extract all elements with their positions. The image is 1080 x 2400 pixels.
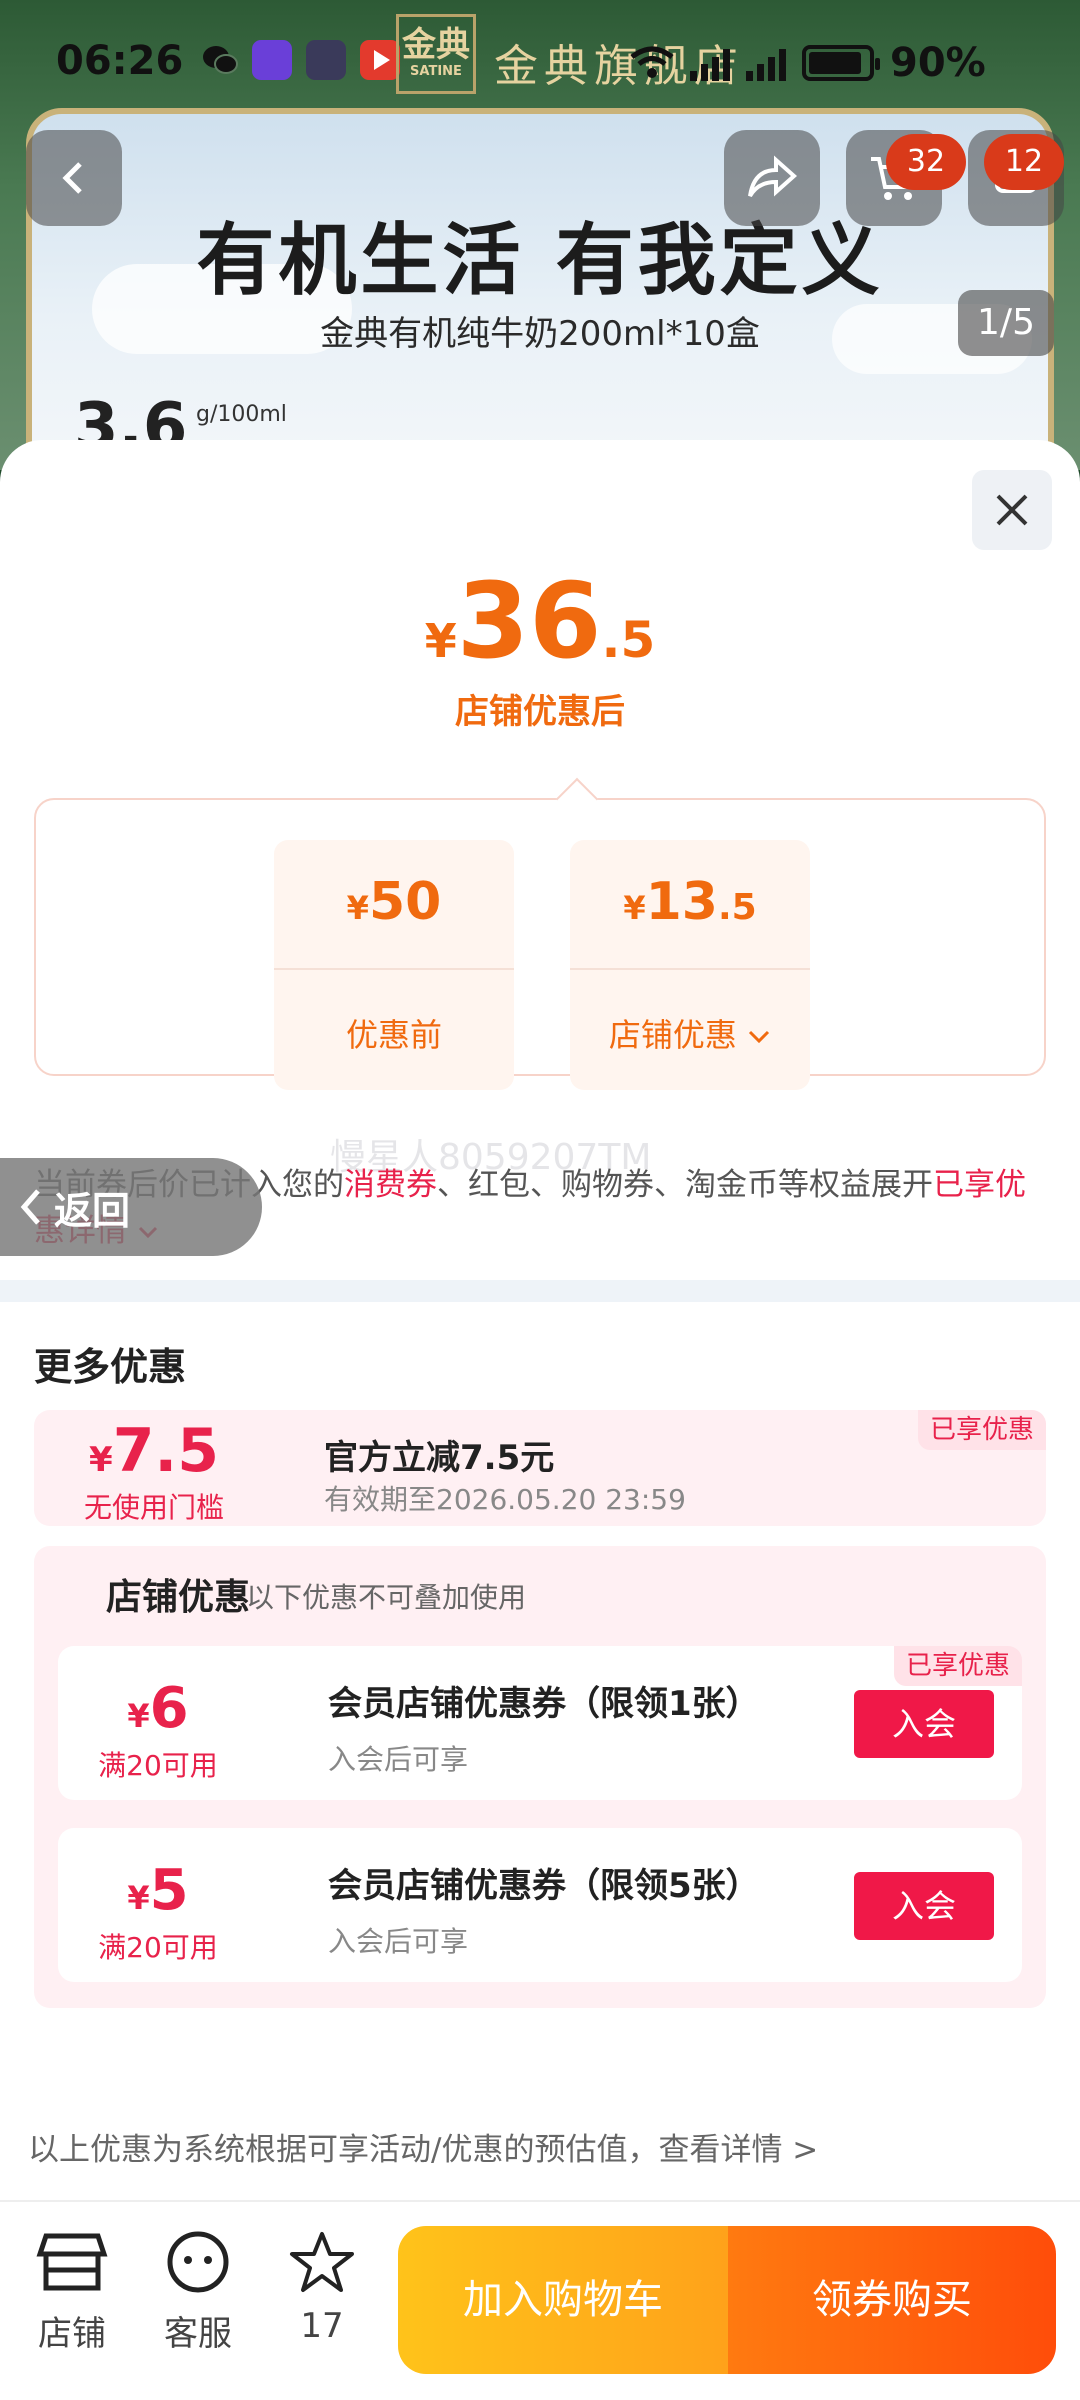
status-bar: 06:26 金典 SATINE 金典旗舰店 90%	[0, 0, 1080, 120]
game-icon	[306, 40, 346, 80]
price-before-value: 50	[368, 872, 442, 932]
coupon-amount: 7.5	[112, 1416, 219, 1486]
member-coupon-card: ¥5 满20可用 会员店铺优惠券（限领5张） 入会后可享 入会	[58, 1828, 1022, 1982]
group-title: 店铺优惠	[106, 1577, 251, 1618]
favorites-count: 17	[300, 2306, 344, 2346]
currency-symbol: ¥	[127, 1879, 150, 1917]
price-detail-sheet: ¥36.5 店铺优惠后 ¥50 优惠前 - ¥13.5 店铺优惠 慢星人8059…	[0, 440, 1080, 2400]
star-icon	[290, 2232, 354, 2292]
wifi-icon	[630, 46, 674, 78]
bottom-action-bar: 店铺 客服 17 加入购物车 领券购买	[0, 2200, 1080, 2400]
store-discount-text: 店铺优惠	[608, 1016, 737, 1054]
store-icon	[36, 2233, 108, 2291]
section-divider	[0, 1280, 1080, 1302]
currency-symbol: ¥	[89, 1440, 113, 1480]
more-offers-title: 更多优惠	[34, 1345, 187, 1389]
note-text: 、红包、购物券、淘金币等权益展开	[437, 1167, 933, 1203]
battery-icon	[802, 45, 880, 81]
service-label: 客服	[164, 2314, 232, 2354]
back-button[interactable]	[26, 130, 122, 226]
chevron-left-icon	[62, 162, 82, 194]
currency-symbol: ¥	[623, 889, 646, 927]
estimate-note-link[interactable]: 以上优惠为系统根据可享活动/优惠的预估值，查看详情 >	[28, 2124, 818, 2169]
wechat-icon	[200, 40, 238, 80]
shop-label: 店铺	[38, 2314, 106, 2354]
status-right: 90%	[630, 40, 986, 86]
signal-4g-icon	[746, 45, 786, 81]
favorite-button[interactable]: 17	[272, 2230, 372, 2346]
coupon-validity: 有效期至2026.05.20 23:59	[324, 1483, 686, 1516]
member-coupon-card: ¥6 满20可用 会员店铺优惠券（限领1张） 入会后可享 入会 已享优惠	[58, 1646, 1022, 1800]
close-button[interactable]	[972, 470, 1052, 550]
coupon-subtitle: 入会后可享	[328, 1743, 469, 1776]
official-discount-coupon: ¥7.5 无使用门槛 官方立减7.5元 有效期至2026.05.20 23:59…	[34, 1410, 1046, 1526]
status-time: 06:26	[56, 38, 184, 84]
chevron-down-icon	[749, 1030, 770, 1044]
join-member-button[interactable]: 入会	[854, 1872, 994, 1940]
price-before-cell: ¥50 优惠前	[274, 840, 514, 1090]
chevron-left-icon	[20, 1189, 40, 1225]
price-before-label: 优惠前	[345, 1016, 442, 1054]
discount-decimal: .5	[717, 887, 757, 928]
coupon-condition: 满20可用	[98, 1749, 218, 1782]
coupon-title: 会员店铺优惠券（限领5张）	[328, 1866, 760, 1906]
consumer-coupon-link[interactable]: 消费券	[344, 1167, 437, 1203]
price-breakdown: ¥50 优惠前 - ¥13.5 店铺优惠	[34, 777, 1046, 1090]
coupon-condition: 无使用门槛	[83, 1491, 224, 1524]
final-price-label: 店铺优惠后	[455, 692, 625, 732]
coupon-amount: 5	[149, 1858, 189, 1923]
final-price: ¥36.5	[0, 560, 1080, 682]
coupon-title: 官方立减7.5元	[324, 1438, 555, 1478]
product-line: 金典有机纯牛奶200ml*10盒	[320, 314, 760, 354]
service-icon	[167, 2231, 229, 2293]
share-button[interactable]	[724, 130, 820, 226]
coupon-subtitle: 入会后可享	[328, 1925, 469, 1958]
store-logo: 金典 SATINE	[396, 14, 476, 94]
coupon-amount: 6	[149, 1676, 189, 1741]
add-to-cart-button[interactable]: 加入购物车	[398, 2226, 728, 2374]
enjoyed-tag: 已享优惠	[893, 1646, 1022, 1686]
pointer-notch	[555, 777, 599, 821]
video-icon	[360, 40, 400, 80]
close-icon	[996, 494, 1028, 526]
image-counter: 1/5	[958, 290, 1054, 356]
store-discount-cell[interactable]: ¥13.5 店铺优惠	[570, 840, 810, 1090]
claim-coupon-buy-button[interactable]: 领券购买	[728, 2226, 1056, 2374]
currency-symbol: ¥	[346, 889, 369, 927]
price-integer: 36	[456, 560, 602, 682]
price-decimal: .5	[601, 611, 656, 669]
floating-back-button[interactable]: 返回	[0, 1158, 262, 1256]
store-coupon-group: 店铺优惠 以下优惠不可叠加使用 ¥6 满20可用 会员店铺优惠券（限领1张） 入…	[34, 1546, 1046, 2008]
coupon-condition: 满20可用	[98, 1931, 218, 1964]
discount-integer: 13	[645, 872, 718, 932]
share-icon	[748, 155, 798, 198]
currency-symbol: ¥	[127, 1697, 150, 1735]
join-member-button[interactable]: 入会	[854, 1690, 994, 1758]
message-badge: 12	[984, 134, 1064, 190]
app-icon	[252, 40, 292, 80]
customer-service-button[interactable]: 客服	[148, 2230, 248, 2355]
nutrition-unit: g/100ml	[196, 402, 287, 427]
store-discount-label: 店铺优惠	[570, 1010, 810, 1056]
back-label: 返回	[54, 1188, 131, 1233]
battery-percent: 90%	[890, 40, 986, 86]
logo-subtext: SATINE	[410, 64, 462, 79]
currency-symbol: ¥	[424, 614, 457, 668]
coupon-title: 会员店铺优惠券（限领1张）	[328, 1684, 760, 1724]
group-subtitle: 以下优惠不可叠加使用	[246, 1581, 527, 1614]
notification-icons	[200, 40, 400, 80]
shop-button[interactable]: 店铺	[22, 2230, 122, 2355]
cart-badge: 32	[886, 134, 966, 190]
enjoyed-tag: 已享优惠	[917, 1410, 1046, 1450]
signal-5g-icon	[690, 45, 730, 81]
logo-text: 金典	[402, 25, 470, 65]
